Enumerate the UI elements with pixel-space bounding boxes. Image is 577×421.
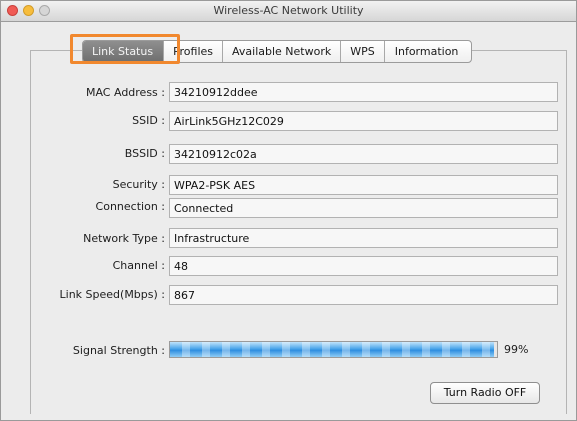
channel-field: 48 — [169, 256, 558, 276]
tab-available-network[interactable]: Available Network — [223, 41, 342, 62]
signal-strength-bar — [169, 341, 498, 358]
bssid-label: BSSID : — [124, 147, 165, 160]
network-type-field: Infrastructure — [169, 228, 558, 248]
window-title: Wireless-AC Network Utility — [213, 4, 364, 17]
connection-field: Connected — [169, 198, 558, 218]
connection-label: Connection : — [95, 200, 165, 213]
ssid-field: AirLink5GHz12C029 — [169, 111, 558, 131]
tab-information[interactable]: Information — [385, 41, 472, 62]
channel-label: Channel : — [112, 259, 165, 272]
bssid-field: 34210912c02a — [169, 144, 558, 164]
tab-wps[interactable]: WPS — [341, 41, 385, 62]
mac-address-label: MAC Address : — [85, 86, 165, 99]
signal-strength-percent: 99% — [504, 343, 529, 356]
signal-strength-label: Signal Strength : — [72, 344, 165, 357]
network-type-label: Network Type : — [83, 232, 165, 245]
utility-window: Wireless-AC Network Utility Link Status … — [0, 0, 577, 421]
turn-radio-off-button[interactable]: Turn Radio OFF — [430, 382, 540, 404]
link-speed-field: 867 — [169, 285, 558, 305]
security-field: WPA2-PSK AES — [169, 175, 558, 195]
tab-highlight-box — [70, 34, 180, 64]
title-bar: Wireless-AC Network Utility — [1, 1, 576, 22]
signal-strength-fill — [170, 342, 494, 357]
mac-address-field: 34210912ddee — [169, 82, 558, 102]
security-label: Security : — [112, 178, 165, 191]
link-speed-label: Link Speed(Mbps) : — [59, 288, 165, 301]
ssid-label: SSID : — [132, 114, 165, 127]
